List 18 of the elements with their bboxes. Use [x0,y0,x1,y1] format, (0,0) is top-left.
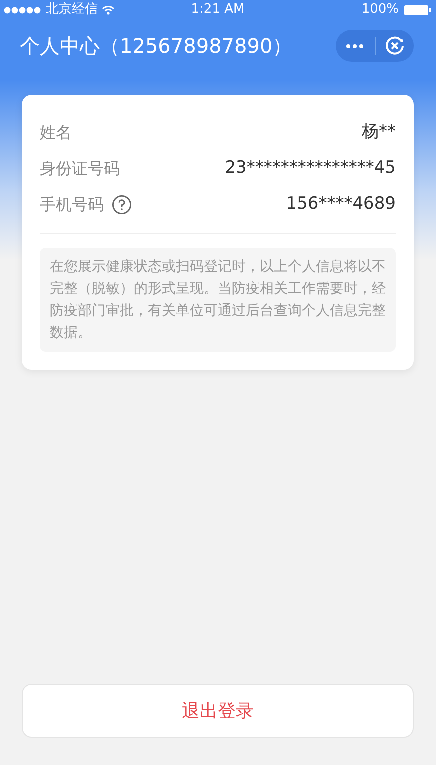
wifi-icon [102,5,115,15]
privacy-notice: 在您展示健康状态或扫码登记时，以上个人信息将以不完整（脱敏）的形式呈现。当防疫相关工作需要时，经防疫部门审批，有关单位可通过后台查询个人信息完整数据。 [40,248,396,352]
page-title: 个人中心（125678987890） [20,33,294,60]
field-label: 姓名 [40,122,72,144]
help-icon[interactable] [112,195,132,215]
field-label: 身份证号码 [40,158,120,180]
battery-icon [404,4,432,16]
signal-icon [4,6,42,14]
battery-percentage: 100% [362,1,399,20]
close-icon [384,36,405,56]
field-value: 杨** [362,121,396,144]
more-icon [346,44,364,48]
carrier-name: 北京经信 [46,1,98,20]
field-value: 156****4689 [286,193,396,216]
status-time: 1:21 AM [191,1,245,20]
field-label: 手机号码 [40,194,104,216]
field-value: 23***************45 [225,157,396,180]
logout-button[interactable]: 退出登录 [22,684,414,738]
